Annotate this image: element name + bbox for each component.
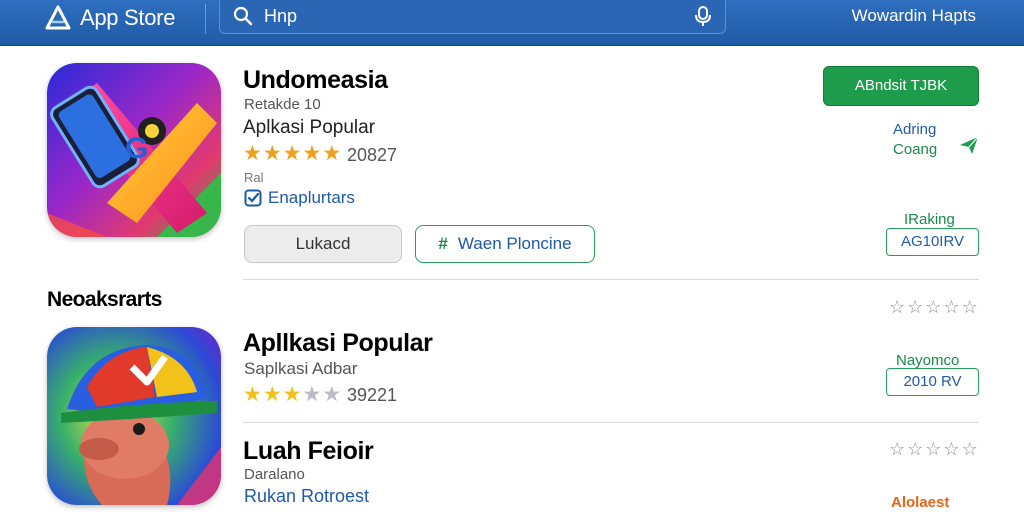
- featured-side-info: Adring Coang: [893, 120, 937, 160]
- search-icon[interactable]: [233, 6, 253, 26]
- star-outline-icon: ☆: [889, 439, 906, 459]
- star-icon: ★: [262, 142, 282, 165]
- featured-outline-button[interactable]: # Waen Ploncine: [415, 225, 595, 263]
- popular-app-icon[interactable]: [47, 327, 221, 505]
- app-store-logo-icon: [45, 5, 71, 30]
- top-right-link[interactable]: Wowardin Hapts: [852, 6, 976, 26]
- top-bar: App Store Wowardin Hapts: [0, 0, 1024, 46]
- header-divider: [205, 4, 206, 34]
- star-outline-icon: ☆: [925, 439, 942, 459]
- featured-note: Ral: [244, 170, 264, 185]
- star-icon: ★: [302, 142, 322, 165]
- featured-secondary-button[interactable]: Lukacd: [244, 225, 402, 263]
- star-icon: ★: [262, 383, 282, 406]
- third-outline-stars[interactable]: ☆ ☆ ☆ ☆ ☆: [889, 439, 978, 460]
- popular-app-title[interactable]: Apllkasi Popular: [243, 329, 433, 358]
- star-outline-icon: ☆: [961, 297, 978, 317]
- popular-app-artwork: [47, 327, 221, 505]
- app-store-brand[interactable]: App Store: [44, 4, 175, 32]
- star-outline-icon: ☆: [907, 439, 924, 459]
- featured-app-title[interactable]: Undomeasia: [243, 66, 388, 95]
- popular-rating-stars: ★ ★ ★ ★ ★: [243, 384, 341, 405]
- featured-app-subtitle: Retakde 10: [244, 96, 321, 113]
- third-app-link[interactable]: Rukan Rotroest: [244, 486, 369, 507]
- star-icon: ★: [243, 142, 262, 165]
- featured-app-icon[interactable]: G: [47, 63, 221, 237]
- share-send-icon[interactable]: [958, 134, 980, 156]
- hash-icon: #: [438, 234, 448, 253]
- star-icon: ★: [282, 142, 302, 165]
- featured-side-line-1: Adring: [893, 121, 937, 138]
- star-outline-icon: ☆: [943, 297, 960, 317]
- row-divider: [243, 422, 979, 423]
- star-icon: ★: [282, 383, 302, 406]
- featured-app-category: Aplkasi Popular: [243, 117, 376, 138]
- microphone-icon[interactable]: [693, 5, 713, 27]
- ranking-label: IRaking: [904, 211, 955, 228]
- star-outline-icon: ☆: [907, 297, 924, 317]
- featured-app-artwork: G: [47, 63, 221, 237]
- popular-tag-label: Nayomco: [896, 352, 960, 369]
- popular-rating-count: 39221: [347, 385, 398, 405]
- star-icon: ★: [322, 142, 342, 165]
- star-outline-icon: ☆: [889, 297, 906, 317]
- ranking-value-box[interactable]: AG10IRV: [886, 228, 979, 256]
- section-divider: [243, 279, 979, 280]
- featured-rating-stars: ★ ★ ★ ★ ★: [243, 143, 341, 164]
- search-input[interactable]: [264, 4, 664, 28]
- star-icon: ★: [302, 383, 322, 406]
- featured-outline-button-label: Waen Ploncine: [457, 234, 572, 253]
- featured-rating-count: 20827: [347, 145, 398, 165]
- svg-text:G: G: [125, 132, 148, 165]
- star-outline-icon: ☆: [925, 297, 942, 317]
- featured-get-button[interactable]: ABndsit TJBK: [823, 66, 979, 106]
- section-title: Neoaksrarts: [47, 288, 162, 311]
- section-outline-stars[interactable]: ☆ ☆ ☆ ☆ ☆: [889, 297, 978, 318]
- third-app-title[interactable]: Luah Feioir: [243, 437, 374, 466]
- star-icon: ★: [243, 383, 262, 406]
- search-bar: [219, 0, 726, 34]
- star-outline-icon: ☆: [961, 439, 978, 459]
- star-outline-icon: ☆: [943, 439, 960, 459]
- popular-app-subtitle: Saplkasi Adbar: [244, 359, 358, 378]
- third-orange-label: Alolaest: [891, 494, 950, 511]
- checkbox-icon: [244, 189, 262, 207]
- featured-side-line-2: Coang: [893, 141, 938, 158]
- third-app-subtitle: Daralano: [244, 466, 305, 483]
- app-store-title: App Store: [80, 5, 176, 30]
- featured-badge[interactable]: Enaplurtars: [244, 188, 355, 208]
- star-icon: ★: [322, 383, 342, 406]
- featured-badge-label: Enaplurtars: [268, 188, 355, 207]
- popular-tag-box[interactable]: 2010 RV: [886, 368, 979, 396]
